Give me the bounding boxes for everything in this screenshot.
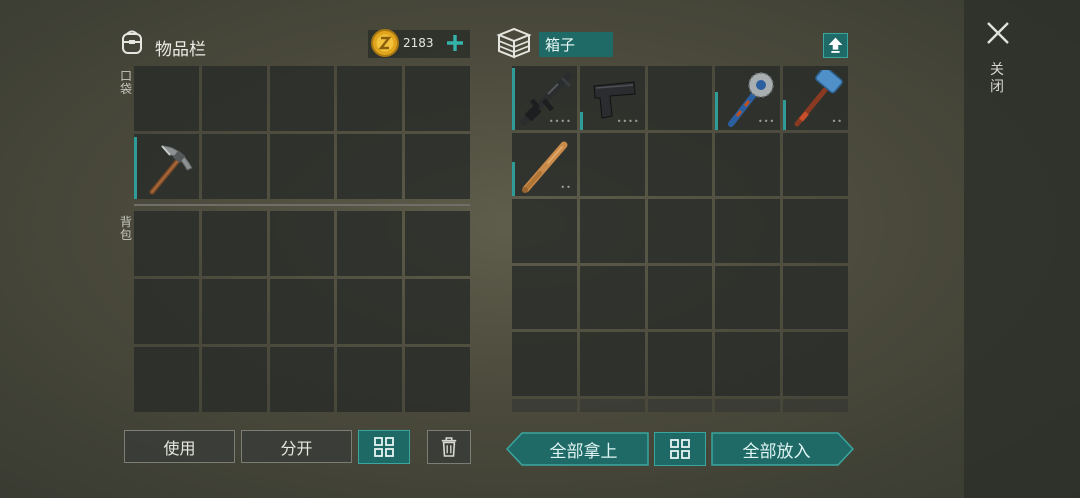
box-slot[interactable] [647,132,713,197]
transfer-up-button[interactable] [823,33,848,58]
box-slot-saw-mace[interactable]: ••• [715,66,781,130]
box-slot[interactable] [512,265,577,330]
durability-dots: •• [831,116,843,126]
pickaxe-icon [149,145,193,195]
pocket-slot[interactable] [337,66,403,131]
trash-button[interactable] [427,430,471,464]
grid-sort-icon [374,437,394,457]
box-slot[interactable] [783,132,848,197]
backpack-slot[interactable] [405,347,470,412]
box-slot[interactable] [579,265,645,330]
backpack-slot[interactable] [134,211,199,276]
sort-inventory-button[interactable] [358,430,410,464]
box-slot[interactable] [783,199,848,263]
durability-bar [783,99,787,130]
coin-amount: 2183 [403,36,434,50]
box-slot[interactable] [579,132,645,197]
box-slot[interactable] [783,332,848,396]
box-name-field[interactable]: 箱子 [539,32,613,57]
pocket-grid [134,66,470,199]
box-slot[interactable] [512,199,577,263]
put-all-label: 全部放入 [742,441,811,462]
close-icon[interactable] [985,20,1011,46]
split-button[interactable]: 分开 [241,430,352,463]
backpack-slot[interactable] [201,279,267,344]
pocket-slot[interactable] [134,66,199,131]
pocket-slot[interactable] [201,134,267,199]
durability-dots: •• [560,183,572,193]
backpack-slot[interactable] [201,211,267,276]
backpack-slot[interactable] [134,347,199,412]
box-grid-next-row [512,399,848,412]
backpack-slot[interactable] [405,279,470,344]
durability-bar [715,91,719,130]
backpack-slot[interactable] [337,279,403,344]
backpack-slot[interactable] [269,211,335,276]
add-coins-button[interactable] [444,32,466,54]
coin-icon [371,29,399,57]
take-all-button[interactable]: 全部拿上 [506,432,649,466]
box-slot[interactable] [647,265,713,330]
backpack-grid [134,211,470,412]
durability-bar [512,67,515,130]
backpack-slot[interactable] [269,347,335,412]
pocket-slot[interactable] [269,134,335,199]
box-slot[interactable] [579,199,645,263]
durability-bar [579,111,583,130]
box-slot[interactable] [783,265,848,330]
pocket-label: 口袋 [119,69,132,96]
box-slot[interactable] [715,132,781,197]
box-slot-baseball-bat[interactable]: •• [512,132,577,197]
backpack-slot[interactable] [201,347,267,412]
backpack-slot[interactable] [269,279,335,344]
backpack-section-label: 背包 [119,215,132,242]
pocket-slot[interactable] [201,66,267,131]
durability-dots: •••• [616,116,640,126]
box-slot-assault-rifle[interactable]: •••• [512,66,577,130]
side-panel [964,0,1080,498]
pocket-slot[interactable] [405,134,470,199]
grid-sort-icon [670,439,690,459]
box-slot[interactable] [647,66,713,130]
box-slot[interactable] [647,332,713,396]
durability-dots: •••• [548,116,572,126]
use-button[interactable]: 使用 [124,430,235,463]
durability-dots: ••• [758,116,776,126]
pocket-slot[interactable] [337,134,403,199]
box-slot[interactable] [579,332,645,396]
pocket-slot[interactable] [269,66,335,131]
backpack-icon [122,30,142,54]
arrow-up-icon [828,37,843,53]
box-slot-sledgehammer[interactable]: •• [783,66,848,130]
box-stack-icon [496,27,532,59]
backpack-slot[interactable] [337,211,403,276]
backpack-slot[interactable] [405,211,470,276]
box-grid: •••• •••• ••• •• •• [512,66,848,396]
put-all-button[interactable]: 全部放入 [711,432,854,466]
inventory-title: 物品栏 [155,40,206,60]
pocket-slot[interactable] [405,66,470,131]
close-label[interactable]: 关闭 [988,62,1006,96]
durability-bar [512,162,515,197]
durability-bar [134,137,137,199]
box-slot[interactable] [715,199,781,263]
section-divider [134,204,470,206]
box-slot-pistol[interactable]: •••• [579,66,645,130]
take-all-label: 全部拿上 [549,441,618,462]
box-slot[interactable] [647,199,713,263]
trash-icon [441,437,457,457]
box-slot[interactable] [512,332,577,396]
pocket-slot-pickaxe[interactable] [134,134,199,199]
backpack-slot[interactable] [337,347,403,412]
sort-box-button[interactable] [654,432,706,466]
box-slot[interactable] [715,332,781,396]
box-slot[interactable] [715,265,781,330]
backpack-slot[interactable] [134,279,199,344]
